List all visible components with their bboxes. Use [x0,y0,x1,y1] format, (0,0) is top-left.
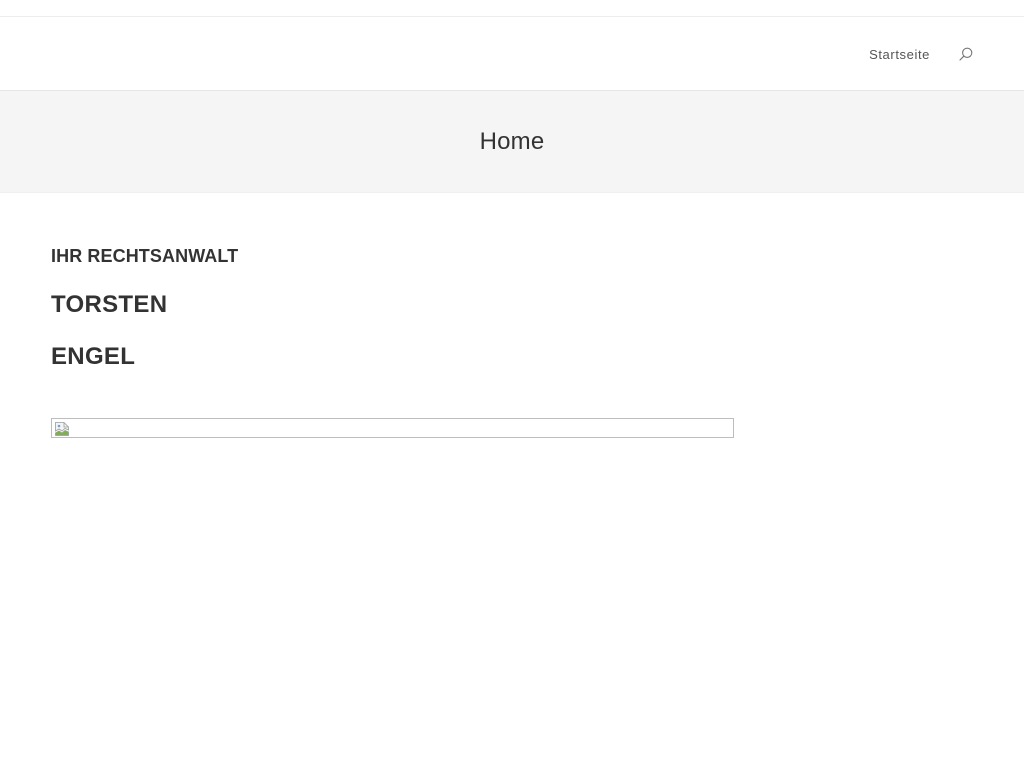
page-title: Home [479,127,545,155]
last-name-heading: ENGEL [51,343,136,370]
search-icon[interactable] [958,46,974,62]
page-header: Home [0,91,1024,193]
top-bar [0,0,1024,17]
kicker-heading: IHR RECHTSANWALT [51,246,239,266]
nav-item-startseite[interactable]: Startseite [869,47,930,62]
broken-image-icon [55,422,69,436]
main-content: IHR RECHTSANWALT TORSTEN ENGEL [0,245,1024,438]
broken-image [51,418,734,438]
first-name-heading: TORSTEN [51,291,168,318]
search-icon-graphic [959,47,973,61]
main-navigation: Startseite [869,17,974,91]
site-header: Startseite [0,17,1024,91]
